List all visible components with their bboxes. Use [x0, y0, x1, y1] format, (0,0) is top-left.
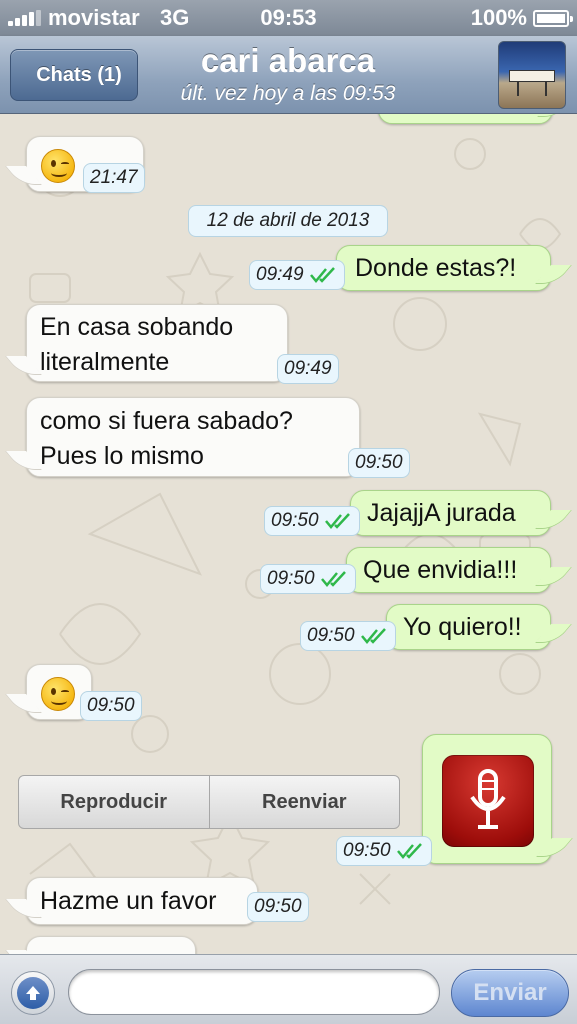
message-input[interactable] [68, 969, 440, 1015]
winking-face-icon [41, 677, 75, 711]
message-text: Yo quiero!! [403, 613, 522, 641]
message-text: JajajjA jurada [367, 499, 516, 527]
message-time: 09:50 [271, 510, 319, 531]
attach-button[interactable] [11, 971, 55, 1015]
message-bubble-incoming[interactable]: En casa sobando literalmente [26, 304, 288, 382]
double-check-read-icon [324, 513, 353, 529]
message-text-line-1: En casa sobando [40, 313, 234, 341]
message-bubble-outgoing[interactable]: Yo quiero!! [386, 604, 551, 650]
double-check-read-icon [309, 267, 338, 283]
back-button-label: Chats (1) [36, 63, 122, 86]
play-voice-note-button[interactable]: Reproducir [19, 776, 209, 828]
forward-voice-note-button[interactable]: Reenviar [208, 776, 400, 828]
conversation-header: Chats (1) cari abarca últ. vez hoy a las… [0, 36, 577, 114]
double-check-read-icon [396, 843, 425, 859]
message-bubble-incoming[interactable]: 21:47 [26, 136, 145, 193]
contact-avatar[interactable] [498, 41, 566, 109]
upload-arrow-icon [17, 977, 49, 1009]
last-seen-status: últ. vez hoy a las 09:53 [180, 82, 396, 105]
message-time: 09:50 [307, 625, 355, 646]
message-time-with-read-ticks: 09:49 [249, 260, 345, 290]
message-bubble-outgoing-partial[interactable] [378, 114, 553, 124]
back-to-chats-button[interactable]: Chats (1) [0, 49, 138, 101]
double-check-read-icon [360, 628, 389, 644]
message-time: 21:47 [83, 163, 145, 193]
message-time: 09:50 [80, 691, 142, 721]
avatar-sign-shape [509, 70, 555, 82]
message-time: 09:50 [343, 840, 391, 861]
message-bubble-outgoing[interactable]: Donde estas?! [336, 245, 551, 291]
message-time-with-read-ticks: 09:50 [260, 564, 356, 594]
message-bubble-incoming[interactable]: Hazme un favor [26, 877, 258, 925]
message-time: 09:50 [348, 448, 410, 478]
message-bubble-outgoing[interactable]: JajajjA jurada [350, 490, 551, 536]
message-text: Donde estas?! [355, 254, 517, 282]
date-separator: 12 de abril de 2013 [188, 205, 388, 237]
contact-name[interactable]: cari abarca [140, 42, 436, 80]
message-bubble-incoming[interactable]: como si fuera sabado? Pues lo mismo [26, 397, 360, 477]
message-time-with-read-ticks: 09:50 [300, 621, 396, 651]
battery-icon [533, 10, 573, 27]
voice-note-action-bar: Reproducir Reenviar [18, 775, 400, 829]
message-composer: Enviar [0, 954, 577, 1024]
message-bubble-outgoing[interactable]: Que envidia!!! [346, 547, 551, 593]
message-time-with-read-ticks: 09:50 [264, 506, 360, 536]
voice-note-bubble-outgoing[interactable] [422, 734, 552, 864]
message-text-line-1: como si fuera sabado? [40, 407, 293, 435]
status-bar: movistar 3G 09:53 100% [0, 0, 577, 36]
message-text-line-2: literalmente [40, 348, 170, 376]
message-time: 09:49 [277, 354, 339, 384]
message-text-line-2: Pues lo mismo [40, 442, 204, 470]
send-button[interactable]: Enviar [451, 969, 569, 1017]
message-time: 09:50 [267, 568, 315, 589]
message-list[interactable]: 21:47 12 de abril de 2013 Donde estas?! … [0, 114, 577, 954]
message-text: Hazme un favor [40, 887, 217, 915]
message-text: Que envidia!!! [363, 556, 518, 584]
message-time-with-read-ticks: 09:50 [336, 836, 432, 866]
microphone-icon[interactable] [442, 755, 534, 847]
double-check-read-icon [320, 571, 349, 587]
message-time: 09:49 [256, 264, 304, 285]
winking-face-icon [41, 149, 75, 183]
message-bubble-incoming-partial[interactable] [26, 936, 196, 954]
message-time: 09:50 [247, 892, 309, 922]
battery-percent: 100% [470, 5, 527, 30]
